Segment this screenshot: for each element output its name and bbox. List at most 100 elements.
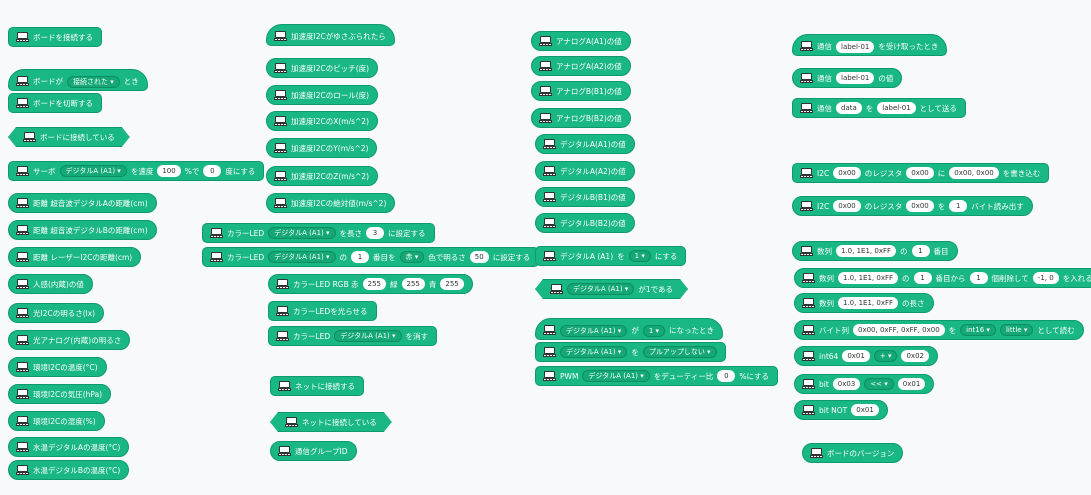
block-dropdown[interactable]: 接続された [67, 75, 120, 88]
block-b43[interactable]: デジタルA (A1)をプルアップしない [535, 342, 726, 362]
block-b19[interactable]: 加速度I2Cのロール(度) [266, 85, 379, 105]
block-b31[interactable]: 通信グループID [270, 441, 357, 461]
block-b38[interactable]: デジタルB(B1)の値 [535, 187, 635, 207]
block-b24[interactable]: カラーLEDデジタルA (A1)を長さ3に設定する [202, 223, 435, 243]
block-b16[interactable]: 水温デジタルBの温度(°C) [8, 460, 130, 480]
block-b29[interactable]: ネットに接続する [270, 376, 364, 396]
block-b20[interactable]: 加速度I2CのX(m/s^2) [266, 111, 379, 131]
block-b53[interactable]: バイト列 0x00, 0xFF, 0xFF, 0x00をint16littleとし… [794, 320, 1084, 340]
block-b2[interactable]: ボードが接続されたとき [8, 69, 148, 91]
block-b18[interactable]: 加速度I2Cのピッチ(度) [266, 58, 379, 78]
block-dropdown[interactable]: デジタルA (A1) [334, 330, 402, 342]
block-dropdown[interactable]: デジタルA (A1) [560, 324, 628, 337]
block-b1[interactable]: ボードを接続する [8, 27, 102, 47]
block-value-input[interactable]: 0x01 [851, 404, 879, 416]
block-b33[interactable]: アナログA(A2)の値 [531, 56, 631, 76]
block-value-input[interactable]: 1 [969, 272, 988, 284]
block-value-input[interactable]: label-01 [836, 40, 875, 53]
block-value-input[interactable]: 255 [362, 278, 387, 290]
block-value-input[interactable]: 1 [911, 245, 930, 257]
block-b3[interactable]: ボードを切断する [8, 93, 102, 113]
block-b21[interactable]: 加速度I2CのY(m/s^2) [266, 138, 378, 158]
block-value-input[interactable]: 0 [203, 165, 222, 177]
block-value-input[interactable]: 1.0, 1E1, 0xFF [838, 297, 899, 309]
block-b42[interactable]: デジタルA (A1)が1になったとき [535, 318, 724, 340]
block-dropdown[interactable]: 赤 [399, 251, 425, 263]
block-value-input[interactable]: 0x00 [906, 167, 934, 179]
block-b49[interactable]: I2C 0x00 のレジスタ 0x00 を 1 バイト読み出す [792, 196, 1033, 216]
block-dropdown[interactable]: << [864, 378, 894, 390]
block-value-input[interactable]: 100 [157, 165, 181, 177]
block-b5[interactable]: サーボデジタルA (A1)を速度100%で0度にする [8, 161, 265, 181]
block-b28[interactable]: カラーLEDデジタルA (A1)を消す [268, 326, 438, 346]
block-b47[interactable]: 通信 data を label-01 として送る [792, 98, 966, 118]
block-b11[interactable]: 光アナログ(内蔵)の明るさ [8, 330, 131, 350]
block-value-input[interactable]: 50 [469, 251, 489, 263]
block-b57[interactable]: ボードのバージョン [802, 443, 904, 463]
block-value-input[interactable]: 0x00, 0xFF, 0xFF, 0x00 [853, 324, 945, 336]
block-dropdown[interactable]: デジタルA (A1) [268, 227, 336, 239]
block-b12[interactable]: 環境I2Cの温度(°C) [8, 357, 107, 377]
block-dropdown[interactable]: + [873, 350, 898, 362]
block-value-input[interactable]: data [836, 102, 862, 114]
block-b56[interactable]: bit NOT 0x01 [794, 400, 888, 420]
block-dropdown[interactable]: int16 [960, 324, 996, 336]
block-b27[interactable]: カラーLEDを光らせる [268, 301, 377, 321]
block-b37[interactable]: デジタルA(A2)の値 [535, 161, 635, 181]
block-value-input[interactable]: 0x01 [897, 378, 926, 390]
block-value-input[interactable]: 1 [913, 272, 932, 284]
block-b48[interactable]: I2C 0x00 のレジスタ 0x00 に 0x00, 0x00 を書き込む [792, 163, 1050, 183]
block-dropdown[interactable]: デジタルA (A1) [582, 370, 650, 382]
block-value-input[interactable]: 1.0, 1E1, 0xFF [836, 245, 897, 257]
block-b15[interactable]: 水温デジタルAの温度(°C) [8, 437, 130, 457]
block-b52[interactable]: 数列 1.0, 1E1, 0xFF の長さ [794, 293, 934, 313]
block-dropdown[interactable]: 1 [628, 250, 651, 262]
block-b34[interactable]: アナログB(B1)の値 [531, 81, 631, 101]
block-b35[interactable]: アナログB(B2)の値 [531, 108, 631, 128]
block-b32[interactable]: アナログA(A1)の値 [531, 31, 631, 51]
block-b4[interactable]: ボードに接続している [8, 127, 130, 147]
block-dropdown[interactable]: デジタルA (A1) [59, 165, 127, 177]
block-b41[interactable]: デジタルA (A1) が1である [535, 279, 688, 299]
block-b26[interactable]: カラーLED RGB 赤 255 緑 255 青 255 [268, 274, 473, 294]
block-b13[interactable]: 環境I2Cの気圧(hPa) [8, 384, 112, 404]
block-b54[interactable]: int640x01+0x02 [794, 346, 938, 366]
block-value-input[interactable]: 0x00, 0x00 [949, 167, 999, 179]
block-value-input[interactable]: 0x01 [842, 350, 870, 362]
block-value-input[interactable]: label-01 [836, 72, 875, 84]
block-dropdown[interactable]: プルアップしない [642, 346, 717, 358]
block-dropdown[interactable]: デジタルA (A1) [268, 251, 336, 263]
block-b25[interactable]: カラーLEDデジタルA (A1)の1番目を赤色で明るさ50に設定する [202, 247, 540, 267]
block-b50[interactable]: 数列 1.0, 1E1, 0xFF の 1 番目 [792, 241, 958, 261]
block-b6[interactable]: 距離 超音波デジタルAの距離(cm) [8, 193, 157, 213]
block-value-input[interactable]: 1 [949, 200, 968, 212]
block-b17[interactable]: 加速度I2Cがゆさぶられたら [266, 24, 395, 46]
block-b44[interactable]: PWMデジタルA (A1)をデューティー比0%にする [535, 366, 779, 386]
block-b51[interactable]: 数列 1.0, 1E1, 0xFF の 1 番目から 1 個削除して -1, 0 を入れる [794, 268, 1091, 288]
block-value-input[interactable]: 255 [440, 278, 464, 290]
block-dropdown[interactable]: デジタルA (A1) [560, 346, 628, 358]
block-value-input[interactable]: 0x03 [832, 378, 861, 390]
block-value-input[interactable]: 0x00 [833, 200, 861, 212]
block-b46[interactable]: 通信 label-01 の値 [792, 68, 903, 88]
block-b39[interactable]: デジタルB(B2)の値 [535, 213, 635, 233]
block-dropdown[interactable]: デジタルA (A1) [567, 283, 634, 295]
block-b9[interactable]: 人感(内蔵)の値 [8, 274, 93, 294]
block-value-input[interactable]: 0x00 [906, 200, 934, 212]
block-b10[interactable]: 光I2Cの明るさ(lx) [8, 303, 105, 323]
block-value-input[interactable]: 1 [351, 251, 370, 263]
block-dropdown[interactable]: little [999, 324, 1034, 336]
block-b36[interactable]: デジタルA(A1)の値 [535, 134, 635, 154]
block-b7[interactable]: 距離 超音波デジタルBの距離(cm) [8, 220, 157, 240]
block-value-input[interactable]: 0x00 [833, 167, 861, 179]
block-b30[interactable]: ネットに接続している [270, 412, 392, 432]
block-value-input[interactable]: label-01 [877, 102, 916, 114]
block-value-input[interactable]: 0 [717, 370, 736, 382]
block-value-input[interactable]: 0x02 [901, 350, 929, 362]
block-b55[interactable]: bit0x03<<0x01 [794, 374, 935, 394]
block-b23[interactable]: 加速度I2Cの絶対値(m/s^2) [266, 193, 396, 213]
block-b22[interactable]: 加速度I2CのZ(m/s^2) [266, 166, 379, 186]
block-b40[interactable]: デジタルA (A1)を1にする [535, 246, 687, 266]
block-b45[interactable]: 通信 label-01 を受け取ったとき [792, 34, 948, 56]
block-value-input[interactable]: -1, 0 [1032, 272, 1059, 284]
